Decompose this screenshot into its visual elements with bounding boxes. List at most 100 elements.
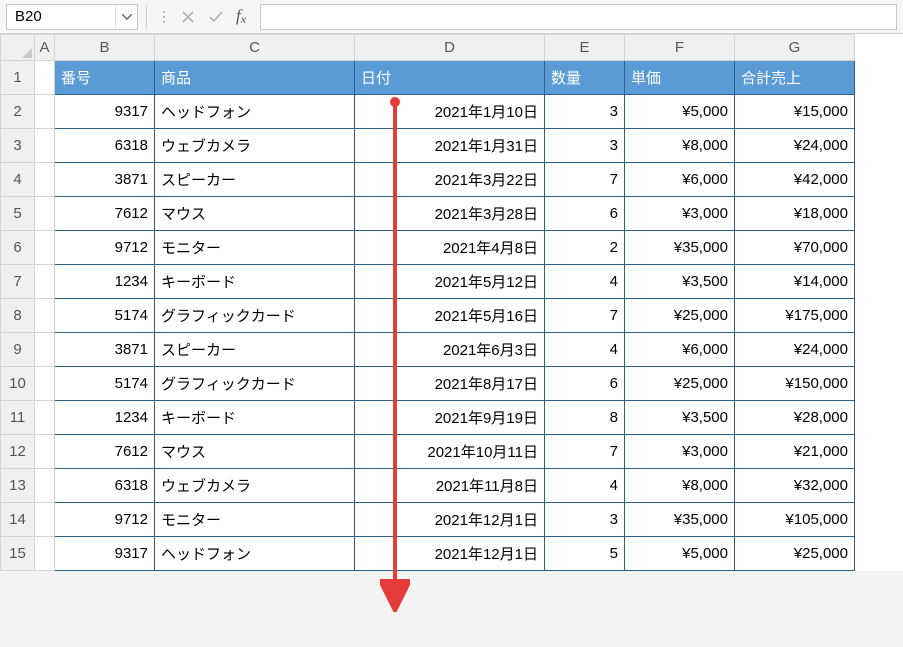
col-header-A[interactable]: A [35,35,55,61]
cell[interactable]: ¥6,000 [625,333,735,367]
cell[interactable]: ¥70,000 [735,231,855,265]
cell[interactable]: 6318 [55,469,155,503]
cell[interactable]: ¥18,000 [735,197,855,231]
cell[interactable]: 9712 [55,503,155,537]
cell[interactable]: ¥175,000 [735,299,855,333]
cell[interactable]: 5 [545,537,625,571]
cell[interactable] [35,95,55,129]
cell[interactable]: ヘッドフォン [155,95,355,129]
table-header-cell[interactable]: 番号 [55,61,155,95]
cell[interactable]: ¥25,000 [625,299,735,333]
cell-A1[interactable] [35,61,55,95]
cell[interactable]: 2021年12月1日 [355,503,545,537]
cell[interactable]: 9317 [55,95,155,129]
cell[interactable] [35,435,55,469]
col-header-B[interactable]: B [55,35,155,61]
cell[interactable]: モニター [155,231,355,265]
row-header[interactable]: 15 [1,537,35,571]
col-header-E[interactable]: E [545,35,625,61]
enter-button[interactable] [204,5,228,29]
cell[interactable]: ¥105,000 [735,503,855,537]
row-header[interactable]: 1 [1,61,35,95]
cell[interactable] [35,367,55,401]
cell[interactable]: 3871 [55,163,155,197]
col-header-F[interactable]: F [625,35,735,61]
cell[interactable]: ウェブカメラ [155,469,355,503]
table-header-cell[interactable]: 商品 [155,61,355,95]
name-box[interactable] [6,4,138,30]
row-header[interactable]: 11 [1,401,35,435]
row-header[interactable]: 2 [1,95,35,129]
cell[interactable]: ¥42,000 [735,163,855,197]
row-header[interactable]: 4 [1,163,35,197]
cell[interactable]: ¥14,000 [735,265,855,299]
cell[interactable]: 2021年3月28日 [355,197,545,231]
cell[interactable]: 2021年6月3日 [355,333,545,367]
cell[interactable]: マウス [155,197,355,231]
cell[interactable] [35,197,55,231]
cell[interactable]: キーボード [155,401,355,435]
cell[interactable]: 8 [545,401,625,435]
cell[interactable]: ¥5,000 [625,537,735,571]
cell[interactable]: 2021年5月16日 [355,299,545,333]
cell[interactable]: ¥5,000 [625,95,735,129]
cell[interactable] [35,333,55,367]
table-header-cell[interactable]: 合計売上 [735,61,855,95]
cell[interactable]: ¥24,000 [735,129,855,163]
cell[interactable]: ¥25,000 [625,367,735,401]
cell[interactable] [35,401,55,435]
col-header-D[interactable]: D [355,35,545,61]
row-header[interactable]: 9 [1,333,35,367]
cell[interactable]: ¥28,000 [735,401,855,435]
cell[interactable]: 1234 [55,401,155,435]
cell[interactable]: 2021年10月11日 [355,435,545,469]
cell[interactable]: ¥6,000 [625,163,735,197]
spreadsheet-grid[interactable]: A B C D E F G 1番号商品日付数量単価合計売上29317ヘッドフォン… [0,34,903,571]
cell[interactable]: ¥150,000 [735,367,855,401]
row-header[interactable]: 12 [1,435,35,469]
cell[interactable]: 5174 [55,367,155,401]
cell[interactable]: 6318 [55,129,155,163]
cell[interactable]: ¥3,500 [625,265,735,299]
row-header[interactable]: 14 [1,503,35,537]
cell[interactable]: 1234 [55,265,155,299]
cell[interactable]: 3871 [55,333,155,367]
col-header-G[interactable]: G [735,35,855,61]
row-header[interactable]: 10 [1,367,35,401]
cell[interactable]: 5174 [55,299,155,333]
cell[interactable]: ヘッドフォン [155,537,355,571]
cell[interactable]: 7 [545,435,625,469]
cancel-button[interactable] [176,5,200,29]
cell[interactable]: マウス [155,435,355,469]
cell[interactable]: スピーカー [155,163,355,197]
cell[interactable]: ¥35,000 [625,231,735,265]
cell[interactable]: 7 [545,163,625,197]
cell[interactable]: 2021年3月22日 [355,163,545,197]
cell[interactable] [35,231,55,265]
cell[interactable] [35,163,55,197]
cell[interactable]: ¥25,000 [735,537,855,571]
cell[interactable] [35,129,55,163]
insert-function-button[interactable]: fx [232,6,250,27]
cell[interactable]: モニター [155,503,355,537]
cell[interactable]: 3 [545,95,625,129]
cell[interactable]: ¥3,500 [625,401,735,435]
cell[interactable]: 7612 [55,197,155,231]
cell[interactable]: 2021年9月19日 [355,401,545,435]
cell[interactable]: ¥32,000 [735,469,855,503]
cell[interactable]: 4 [545,333,625,367]
cell[interactable] [35,503,55,537]
cell[interactable]: グラフィックカード [155,367,355,401]
cell[interactable]: ¥3,000 [625,197,735,231]
cell[interactable]: 2021年5月12日 [355,265,545,299]
cell[interactable]: 2021年1月10日 [355,95,545,129]
row-header[interactable]: 8 [1,299,35,333]
row-header[interactable]: 5 [1,197,35,231]
cell[interactable]: 2021年4月8日 [355,231,545,265]
table-header-cell[interactable]: 単価 [625,61,735,95]
row-header[interactable]: 6 [1,231,35,265]
cell[interactable]: 2 [545,231,625,265]
cell[interactable]: ¥3,000 [625,435,735,469]
cell[interactable]: ¥8,000 [625,129,735,163]
formula-input[interactable] [260,4,897,30]
